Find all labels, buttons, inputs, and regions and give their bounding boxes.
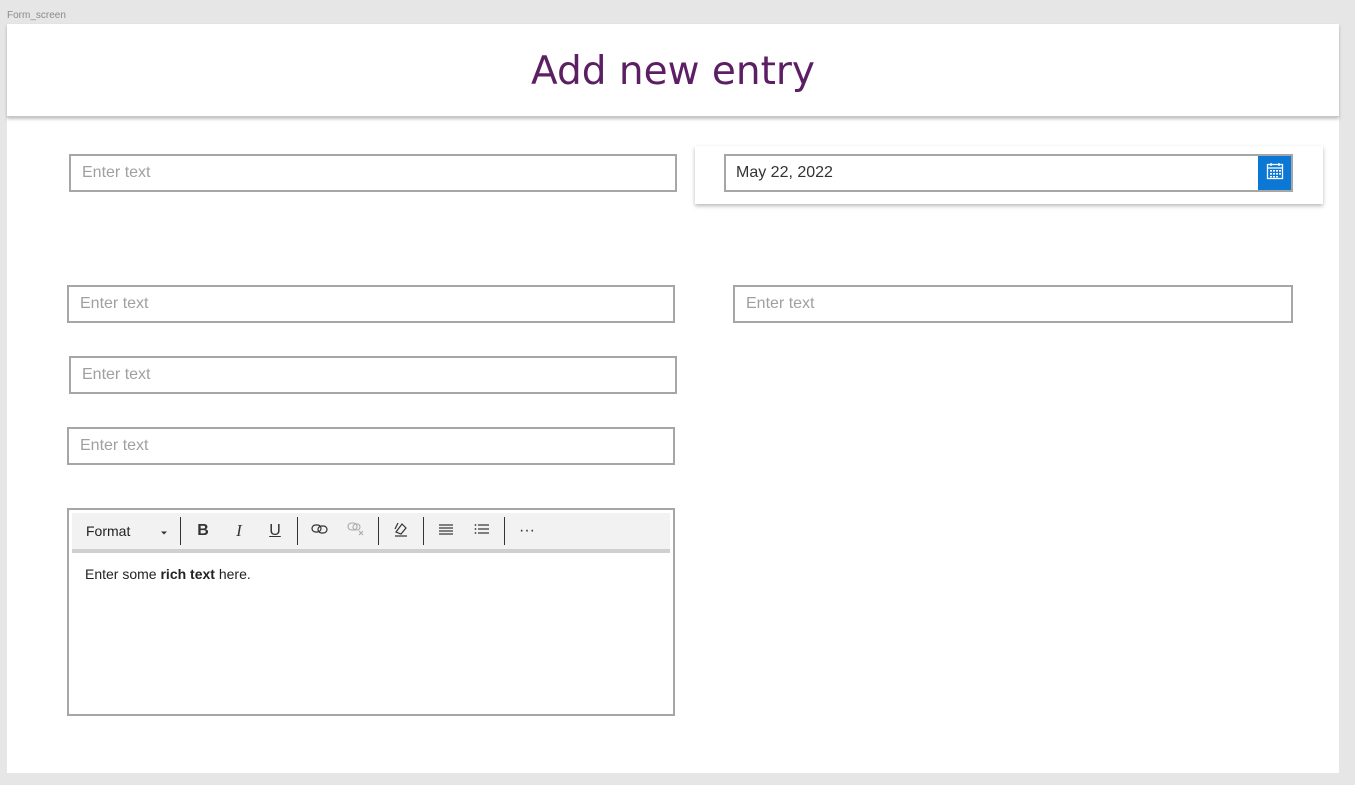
clear-formatting-button[interactable] — [383, 513, 419, 549]
insert-link-button[interactable] — [302, 513, 338, 549]
format-label: Format — [86, 523, 131, 539]
format-dropdown[interactable]: Format — [72, 523, 176, 539]
toolbar-divider — [378, 517, 379, 545]
date-value[interactable]: May 22, 2022 — [736, 156, 833, 190]
numbered-list-button[interactable] — [464, 513, 500, 549]
content-bold: rich text — [160, 566, 215, 582]
header: Add new entry — [7, 24, 1339, 117]
remove-link-button[interactable] — [338, 513, 374, 549]
page-title: Add new entry — [530, 49, 816, 94]
date-picker[interactable]: May 22, 2022 — [724, 154, 1293, 192]
toolbar-divider — [297, 517, 298, 545]
text-input-5[interactable] — [67, 427, 675, 465]
text-input-1[interactable] — [69, 154, 677, 192]
toolbar-divider — [180, 517, 181, 545]
content-prefix: Enter some — [85, 566, 161, 582]
link-icon — [311, 522, 329, 540]
bullet-list-button[interactable] — [428, 513, 464, 549]
date-picker-card: May 22, 2022 — [695, 146, 1323, 204]
more-options-button[interactable]: ··· — [509, 513, 545, 549]
italic-button[interactable]: I — [221, 513, 257, 549]
calendar-icon — [1266, 162, 1284, 185]
frame-label: Form_screen — [7, 10, 66, 21]
rich-text-editor[interactable]: Format B I U ··· Enter some rich text he… — [67, 508, 675, 716]
toolbar-divider — [423, 517, 424, 545]
unlink-icon — [347, 521, 365, 541]
calendar-button[interactable] — [1258, 156, 1291, 190]
bold-button[interactable]: B — [185, 513, 221, 549]
text-input-3[interactable] — [733, 285, 1293, 323]
content-suffix: here. — [214, 566, 251, 582]
numbered-list-icon — [474, 522, 490, 540]
text-input-2[interactable] — [67, 285, 675, 323]
toolbar-divider — [504, 517, 505, 545]
form-screen: Add new entry May 22, 2022 — [7, 24, 1339, 773]
bullet-list-icon — [438, 522, 454, 540]
text-input-4[interactable] — [69, 356, 677, 394]
underline-button[interactable]: U — [257, 513, 293, 549]
rich-text-toolbar: Format B I U ··· — [72, 513, 670, 553]
caret-down-icon — [160, 523, 168, 539]
rich-text-content[interactable]: Enter some rich text here. — [85, 566, 251, 582]
eraser-icon — [392, 520, 410, 543]
